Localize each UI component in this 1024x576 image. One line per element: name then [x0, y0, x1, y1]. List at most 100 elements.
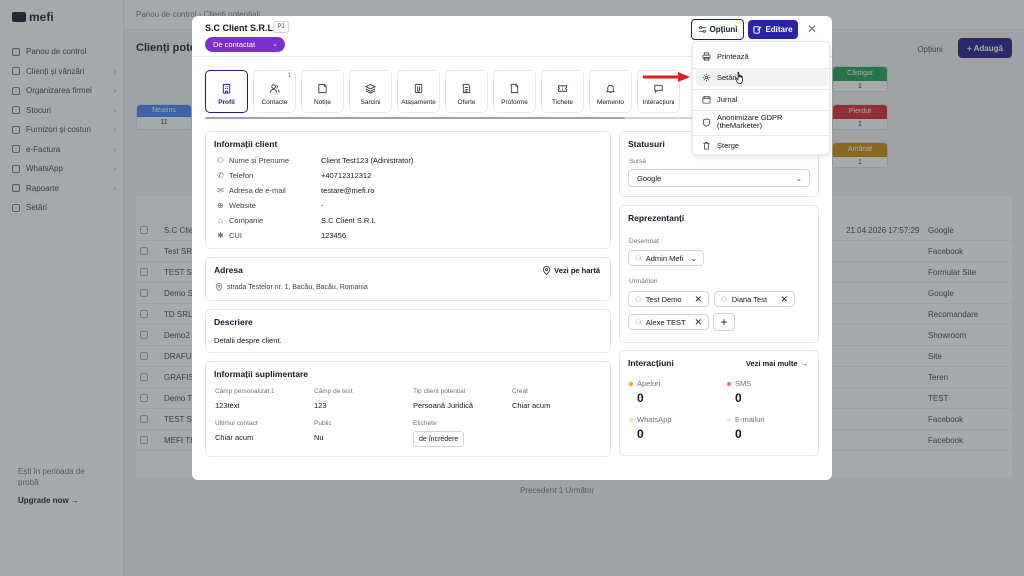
whatsapp-dot [629, 417, 633, 422]
ticket-icon [557, 85, 568, 92]
interactions-title: Interacțiuni [628, 358, 674, 368]
close-icon[interactable]: ✕ [807, 23, 817, 35]
statuses-title: Statusuri [628, 139, 665, 149]
field-value: Chiar acum [512, 401, 551, 410]
field-label: Câmp de test [314, 388, 353, 395]
emails-dot [727, 417, 731, 422]
chevron-down-icon: ⌄ [690, 253, 697, 263]
note-icon [318, 83, 327, 94]
edit-icon [753, 26, 762, 34]
mail-icon: ✉ [217, 186, 224, 195]
users-icon [269, 84, 280, 93]
chat-icon [654, 84, 663, 94]
user-icon: ⚇ [635, 317, 642, 327]
building-icon [222, 83, 231, 94]
menu-item-gdpr[interactable]: Anonimizare GDPR (theMarketer) [696, 111, 828, 133]
field-label: Etichete [413, 420, 437, 427]
status-dropdown[interactable]: De contactat ⌄ [205, 37, 285, 52]
client-type-badge: PJ [273, 21, 289, 33]
user-icon: ⚇ [635, 253, 642, 263]
asterisk-icon: ✱ [217, 231, 224, 240]
tab-offers[interactable]: Oferte [445, 70, 488, 113]
remove-icon[interactable]: ✕ [694, 294, 702, 305]
tab-attachments[interactable]: Atașamente [397, 70, 440, 113]
info-row-cui: ✱ CUI 123456 [217, 231, 347, 240]
sliders-icon [698, 26, 706, 33]
tab-proforma[interactable]: Proforme [493, 70, 536, 113]
extra-info-title: Informații suplimentare [214, 369, 308, 379]
remove-icon[interactable]: ✕ [780, 294, 788, 305]
source-label: Sursa [629, 158, 646, 165]
info-row-company: ⌂ Companie S.C Client S.R.L [214, 215, 594, 227]
user-icon: ⚇ [635, 294, 642, 304]
document-icon [462, 83, 471, 94]
field-value: Persoană Juridică [413, 401, 474, 410]
calls-dot [629, 381, 633, 386]
description-text: Detalii despre client. [214, 336, 282, 345]
menu-item-journal[interactable]: Jurnal [696, 90, 828, 108]
assigned-user-select[interactable]: ⚇ Admin Mefi ⌄ [628, 250, 704, 266]
tab-reminder[interactable]: Memento [589, 70, 632, 113]
field-label: Public [314, 420, 332, 427]
menu-item-print[interactable]: Printează [696, 47, 828, 65]
field-value: Nu [314, 433, 324, 442]
options-button[interactable]: Opțiuni [691, 19, 744, 40]
sms-count: 0 [735, 391, 742, 405]
field-value: 123text [215, 401, 240, 410]
view-on-map-link[interactable]: Vezi pe hartă [542, 266, 600, 275]
client-name: S.C Client S.R.L [205, 23, 274, 33]
tab-contacts[interactable]: 1 Contacte [253, 70, 296, 113]
user-icon: ⚇ [721, 294, 728, 304]
options-dropdown: Printează Setări Jurnal Anonimizare GDPR… [692, 41, 831, 155]
edit-button[interactable]: Editare [748, 20, 798, 39]
add-follower-button[interactable]: + [713, 313, 735, 331]
representatives-card: Reprezentanți Desemnat ⚇ Admin Mefi ⌄ Ur… [619, 205, 819, 343]
layers-icon [365, 83, 376, 94]
calls-label: Apeluri [629, 379, 660, 388]
description-title: Descriere [214, 317, 253, 327]
chevron-down-icon: ⌄ [272, 41, 278, 48]
source-select[interactable]: Google ⌄ [628, 169, 810, 187]
gear-icon [702, 73, 711, 81]
whatsapp-count: 0 [637, 427, 644, 441]
contacts-count: 1 [287, 73, 291, 79]
trash-icon [703, 141, 710, 150]
info-row-phone: ✆ Telefon +40712312312 [217, 171, 372, 180]
sms-dot [727, 381, 731, 386]
menu-item-settings[interactable]: Setări [696, 68, 828, 86]
tab-tickets[interactable]: Tichete [541, 70, 584, 113]
field-value: 123 [314, 401, 327, 410]
file-icon [510, 83, 519, 94]
menu-item-delete[interactable]: Șterge [696, 136, 828, 154]
annotation-arrow-icon [643, 72, 690, 82]
field-label: Creat [512, 388, 528, 395]
view-more-link[interactable]: Vezi mai multe → [746, 359, 808, 368]
arrow-right-icon: → [800, 359, 809, 368]
tab-profile[interactable]: Profil [205, 70, 248, 113]
tab-tasks[interactable]: Sarcini [349, 70, 392, 113]
phone-icon: ✆ [217, 171, 224, 180]
bank-icon: ⌂ [218, 216, 223, 225]
tab-notes[interactable]: Notițe [301, 70, 344, 113]
user-icon: ⚇ [216, 156, 225, 165]
info-row-website: ⊕ Website - [217, 201, 324, 210]
address-card: Adresa Vezi pe hartă strada Testelor nr.… [205, 257, 611, 301]
info-row-name: ⚇ Nume și Prenume Client Test123 (Adinistr… [216, 156, 414, 165]
field-value: Chiar acum [215, 433, 254, 442]
chevron-down-icon: ⌄ [795, 174, 802, 183]
description-card: Descriere Detalii despre client. [205, 309, 611, 353]
shield-icon [702, 117, 711, 127]
client-info-title: Informații client [214, 139, 278, 149]
whatsapp-label: WhatsApp [629, 415, 672, 424]
printer-icon [702, 51, 711, 61]
follower-chip: ⚇ Diana Test ✕ [714, 291, 795, 307]
follower-chip: ⚇ Test Demo ✕ [628, 291, 709, 307]
calls-count: 0 [637, 391, 644, 405]
hand-cursor-icon [735, 71, 743, 84]
remove-icon[interactable]: ✕ [694, 317, 702, 328]
tabs-scrollbar-thumb[interactable] [205, 117, 625, 119]
address-title: Adresa [214, 265, 243, 275]
interactions-card: Interacțiuni Vezi mai multe → Apeluri 0 … [619, 350, 819, 456]
client-info-card: Informații client ⚇ Nume și Prenume Client… [205, 131, 611, 249]
address-line: strada Testelor nr. 1, Bacău, Bacău, Rom… [215, 283, 368, 291]
